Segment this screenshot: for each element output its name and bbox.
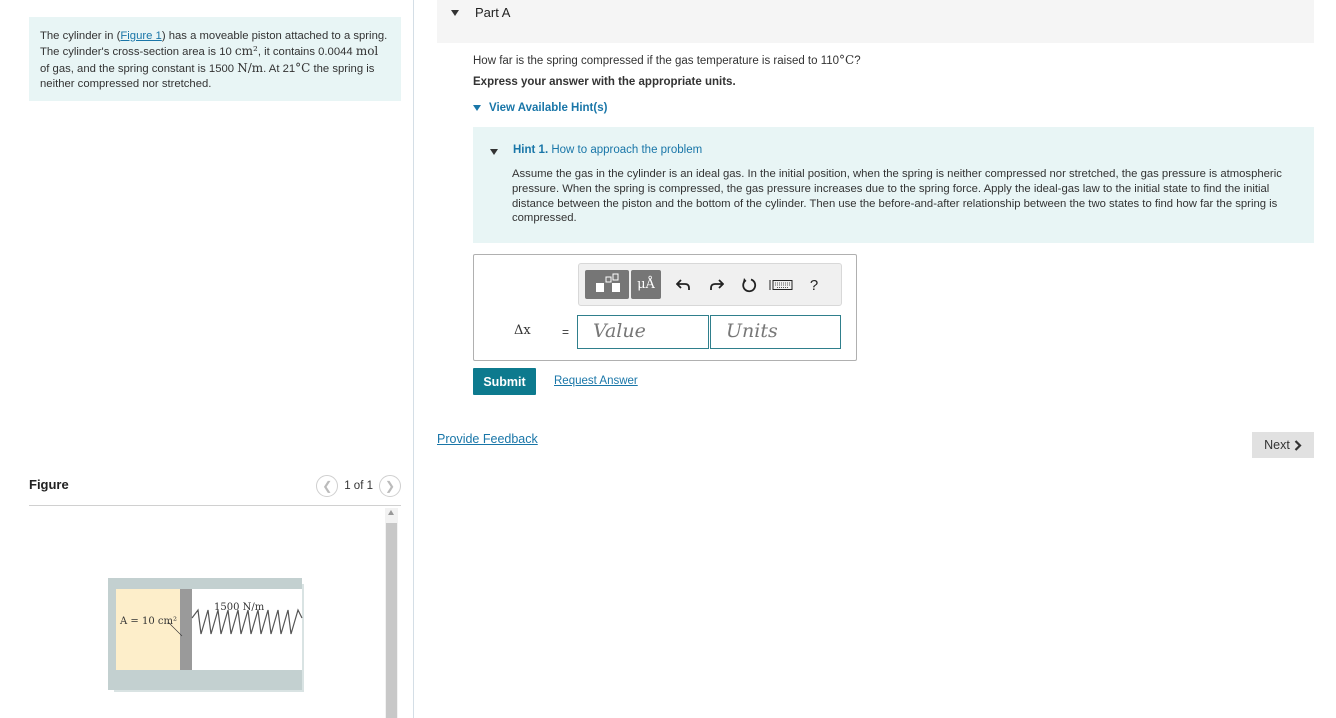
figure-header: Figure ❮ 1 of 1 ❯ bbox=[29, 474, 401, 506]
part-a-header[interactable]: Part A bbox=[437, 0, 1314, 43]
temp-unit: °C bbox=[295, 60, 311, 75]
view-hints-label: View Available Hint(s) bbox=[489, 102, 608, 114]
scroll-thumb[interactable] bbox=[386, 523, 397, 718]
question-temp-unit: °C bbox=[839, 53, 855, 67]
problem-text-3: of gas, and the spring constant is 1500 bbox=[40, 62, 238, 75]
units-button[interactable]: μÅ bbox=[631, 270, 661, 299]
left-panel: The cylinder in (Figure 1) has a moveabl… bbox=[0, 0, 413, 718]
request-answer-link[interactable]: Request Answer bbox=[554, 375, 638, 387]
problem-statement: The cylinder in (Figure 1) has a moveabl… bbox=[29, 17, 401, 101]
caret-down-icon bbox=[473, 105, 481, 111]
equals-sign: = bbox=[562, 325, 570, 339]
question-text-end: ? bbox=[854, 55, 861, 67]
answer-box: μÅ ? Δx = Value Units bbox=[473, 254, 857, 361]
submit-button[interactable]: Submit bbox=[473, 368, 536, 395]
templates-icon bbox=[596, 273, 620, 292]
figure-title: Figure bbox=[29, 477, 69, 492]
view-hints-toggle[interactable]: View Available Hint(s) bbox=[473, 102, 607, 114]
area-label: A = 10 cm² bbox=[119, 616, 177, 627]
spring-unit: N/m bbox=[237, 60, 264, 75]
next-label: Next bbox=[1264, 438, 1290, 452]
redo-icon[interactable] bbox=[706, 272, 728, 298]
gas-region bbox=[116, 589, 180, 670]
hint-text: Assume the gas in the cylinder is an ide… bbox=[512, 168, 1282, 225]
undo-icon[interactable] bbox=[672, 272, 694, 298]
help-icon[interactable]: ? bbox=[803, 272, 825, 298]
delta-x-label: Δx bbox=[514, 323, 531, 338]
column-divider bbox=[413, 0, 414, 718]
hint-header[interactable]: Hint 1. How to approach the problem bbox=[513, 144, 702, 156]
part-title: Part A bbox=[475, 5, 511, 20]
problem-text-4: . At 21 bbox=[263, 62, 296, 75]
piston bbox=[180, 589, 192, 670]
mol-unit: mol bbox=[355, 44, 379, 59]
next-figure-button[interactable]: ❯ bbox=[379, 475, 401, 497]
question-text: How far is the spring compressed if the … bbox=[473, 53, 861, 67]
hint-title: How to approach the problem bbox=[551, 144, 703, 156]
hint-caret-icon[interactable] bbox=[490, 149, 498, 155]
units-input[interactable]: Units bbox=[710, 315, 841, 349]
spring-constant-label: 1500 N/m bbox=[214, 602, 265, 613]
chevron-right-icon: ❯ bbox=[384, 479, 396, 493]
problem-intro: The cylinder in ( bbox=[40, 30, 121, 42]
reset-icon[interactable] bbox=[738, 272, 760, 298]
next-button[interactable]: Next bbox=[1252, 432, 1314, 458]
answer-instructions: Express your answer with the appropriate… bbox=[473, 76, 736, 88]
pager-label: 1 of 1 bbox=[344, 480, 373, 492]
keyboard-icon[interactable] bbox=[768, 272, 794, 298]
hint-number: Hint 1. bbox=[513, 144, 549, 156]
area-unit: cm² bbox=[234, 44, 258, 59]
provide-feedback-link[interactable]: Provide Feedback bbox=[437, 432, 538, 446]
prev-figure-button[interactable]: ❮ bbox=[316, 475, 339, 497]
figure-link[interactable]: Figure 1 bbox=[120, 30, 161, 42]
figure-scrollbar[interactable] bbox=[385, 508, 398, 718]
problem-text-2: , it contains 0.0044 bbox=[257, 46, 356, 59]
value-input[interactable]: Value bbox=[577, 315, 709, 349]
caret-down-icon bbox=[451, 10, 459, 16]
question-text-start: How far is the spring compressed if the … bbox=[473, 55, 840, 67]
chevron-right-icon bbox=[1294, 439, 1302, 451]
hint-panel: Hint 1. How to approach the problem Assu… bbox=[473, 127, 1314, 243]
figure-pager: ❮ 1 of 1 ❯ bbox=[316, 474, 401, 498]
chevron-left-icon: ❮ bbox=[322, 479, 333, 493]
math-toolbar: μÅ ? bbox=[578, 263, 842, 306]
cylinder-figure: A = 10 cm² 1500 N/m bbox=[108, 578, 304, 692]
scroll-up-icon[interactable] bbox=[388, 510, 394, 515]
templates-button[interactable] bbox=[585, 270, 629, 299]
